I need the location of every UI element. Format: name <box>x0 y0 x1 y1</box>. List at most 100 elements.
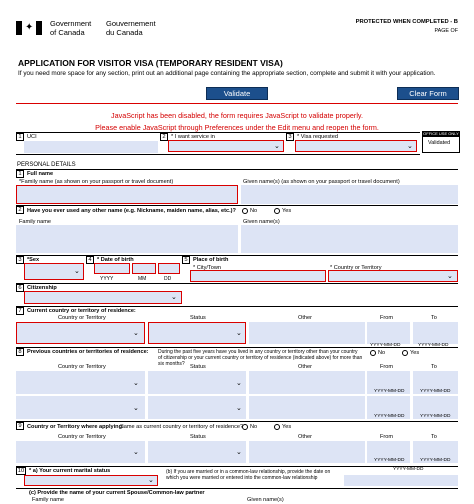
applying-country-select[interactable] <box>16 441 145 463</box>
yes-label: Yes <box>410 350 420 356</box>
col-country: Country or Territory <box>58 434 106 440</box>
gov-en-line1: Government <box>50 19 92 28</box>
same-no-radio[interactable] <box>242 424 248 430</box>
marital-select[interactable] <box>24 475 158 486</box>
uci-label: UCI <box>27 134 37 140</box>
q9-number: 9 <box>16 422 24 430</box>
divider <box>16 306 458 307</box>
city-input[interactable] <box>190 270 326 282</box>
col-from: From <box>380 315 394 321</box>
married-date-question: (b) If you are married or in a common-la… <box>166 469 331 481</box>
no-label: No <box>250 424 258 430</box>
other-name-yes-radio[interactable] <box>274 208 280 214</box>
date-format: YYYY-MM-DD <box>393 467 424 472</box>
col-other: Other <box>298 315 312 321</box>
chevron-down-icon[interactable]: ⌄ <box>133 405 139 412</box>
uci-input[interactable] <box>24 141 158 153</box>
q4-number: 4 <box>86 256 94 264</box>
divider <box>16 154 420 155</box>
other-given-input[interactable] <box>241 225 458 253</box>
page-of-label: PAGE OF <box>434 28 458 34</box>
prev-other-input-2[interactable] <box>249 396 365 419</box>
chevron-down-icon[interactable]: ⌄ <box>236 380 242 387</box>
family-name-input[interactable] <box>16 185 238 204</box>
prev-yes-radio[interactable] <box>402 350 408 356</box>
col-from: From <box>380 364 394 370</box>
residence-country-select[interactable] <box>16 322 145 344</box>
q5-number: 5 <box>182 256 190 264</box>
dob-day-input[interactable] <box>158 263 180 274</box>
col-to: To <box>431 315 437 321</box>
divider <box>16 132 420 133</box>
chevron-down-icon[interactable]: ⌄ <box>274 143 280 150</box>
citizenship-select[interactable] <box>24 291 182 304</box>
residence-other-input[interactable] <box>249 322 365 344</box>
gov-fr-line1: Gouvernement <box>106 19 156 28</box>
divider <box>16 205 458 206</box>
validated-label: Validated <box>428 140 451 146</box>
prev-country-select-1[interactable] <box>16 371 145 394</box>
chevron-down-icon[interactable]: ⌄ <box>148 477 154 484</box>
q1-number: 1 <box>16 133 24 141</box>
chevron-down-icon[interactable]: ⌄ <box>236 330 242 337</box>
q3-number: 3 <box>16 256 24 264</box>
col-to: To <box>431 364 437 370</box>
other-family-input[interactable] <box>16 225 238 253</box>
col-to: To <box>431 434 437 440</box>
service-select[interactable] <box>168 140 284 152</box>
col-status: Status <box>190 434 206 440</box>
spouse-family-label: Family name <box>32 497 65 503</box>
js-warning-1: JavaScript has been disabled, the form r… <box>111 111 363 120</box>
country-select[interactable] <box>328 270 458 282</box>
maple-leaf-icon: ✦ <box>25 22 34 33</box>
chevron-down-icon[interactable]: ⌄ <box>133 330 139 337</box>
other-name-no-radio[interactable] <box>242 208 248 214</box>
given-names-input[interactable] <box>241 185 458 204</box>
gov-en-line2: of Canada <box>50 28 85 37</box>
spouse-given-label: Given name(s) <box>247 497 284 503</box>
applying-status-select[interactable] <box>148 441 246 463</box>
chevron-down-icon[interactable]: ⌄ <box>133 380 139 387</box>
prev-no-radio[interactable] <box>370 350 376 356</box>
divider <box>16 347 458 348</box>
prev-countries-text: During the past five years have you live… <box>158 349 363 367</box>
divider <box>16 421 458 422</box>
col-from: From <box>380 434 394 440</box>
clear-form-button[interactable]: Clear Form <box>397 87 459 100</box>
date-format: YYYY-MM-DD <box>374 414 405 419</box>
applying-label: Country or Territory where applying: <box>27 424 124 430</box>
chevron-down-icon[interactable]: ⌄ <box>447 273 453 280</box>
q10-number: 10 <box>16 467 26 475</box>
residence-from-input[interactable] <box>367 322 410 344</box>
chevron-down-icon[interactable]: ⌄ <box>133 449 139 456</box>
yes-label: Yes <box>282 424 292 430</box>
chevron-down-icon[interactable]: ⌄ <box>171 294 177 301</box>
form-title: APPLICATION FOR VISITOR VISA (TEMPORARY … <box>18 58 283 68</box>
prev-other-input-1[interactable] <box>249 371 365 394</box>
full-name-label: Full name <box>27 171 54 177</box>
date-format: YYYY-MM-DD <box>374 458 405 463</box>
mm-label: MM <box>138 276 147 282</box>
q3-number: 3 <box>286 133 294 141</box>
dob-year-input[interactable] <box>94 263 130 274</box>
prev-status-select-2[interactable] <box>148 396 246 419</box>
date-format: YYYY-MM-DD <box>420 389 451 394</box>
col-country: Country or Territory <box>58 315 106 321</box>
divider <box>16 283 458 284</box>
chevron-down-icon[interactable]: ⌄ <box>236 405 242 412</box>
prev-country-select-2[interactable] <box>16 396 145 419</box>
chevron-down-icon[interactable]: ⌄ <box>74 268 80 275</box>
chevron-down-icon[interactable]: ⌄ <box>407 143 413 150</box>
validate-button[interactable]: Validate <box>206 87 268 100</box>
residence-status-select[interactable] <box>148 322 246 344</box>
js-warning-2: Please enable JavaScript through Prefere… <box>95 123 379 132</box>
chevron-down-icon[interactable]: ⌄ <box>236 449 242 456</box>
married-date-input[interactable] <box>344 475 458 486</box>
prev-status-select-1[interactable] <box>148 371 246 394</box>
visa-select[interactable] <box>295 140 417 152</box>
marital-label: * a) Your current marital status <box>29 468 111 474</box>
applying-other-input[interactable] <box>249 441 365 463</box>
residence-to-input[interactable] <box>413 322 458 344</box>
dob-month-input[interactable] <box>132 263 156 274</box>
same-yes-radio[interactable] <box>274 424 280 430</box>
